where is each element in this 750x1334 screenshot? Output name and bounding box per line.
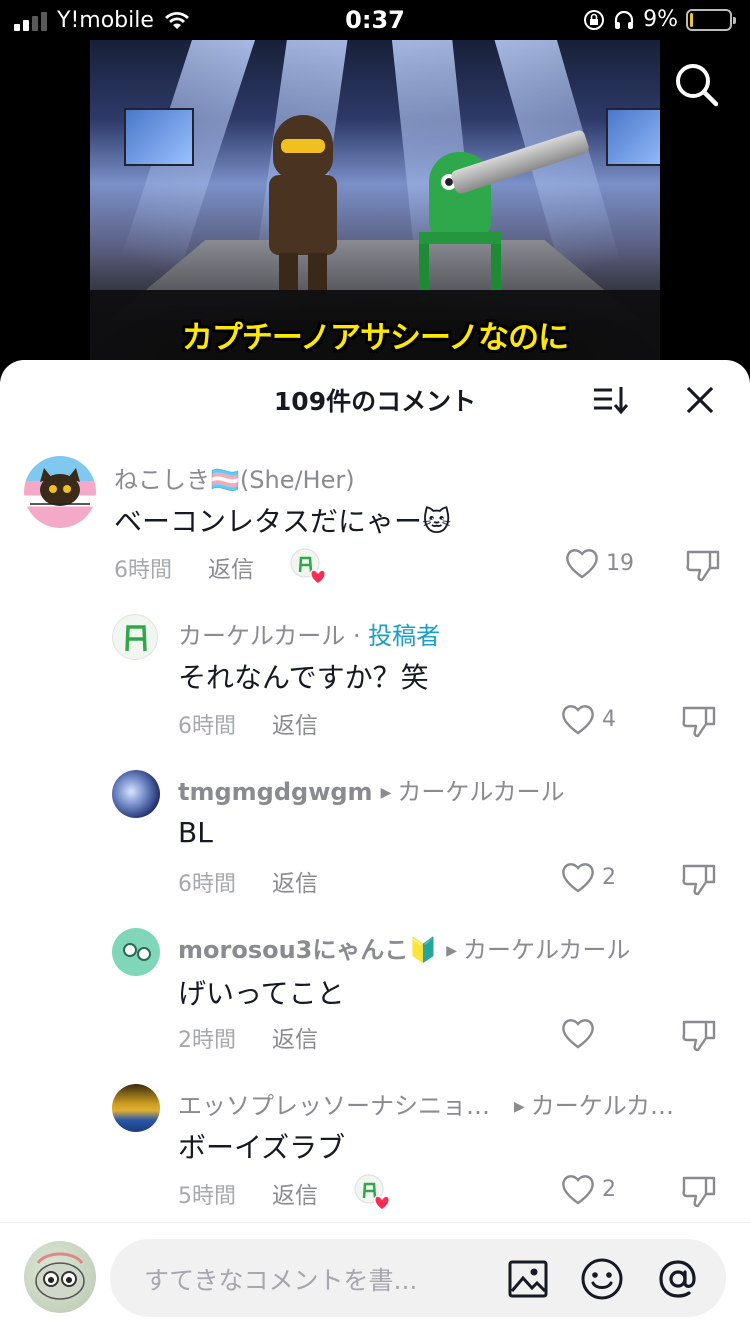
reply-target[interactable]: カーケルカール xyxy=(397,778,564,806)
status-bar: Y!mobile 0:37 9% xyxy=(0,0,750,40)
heart-icon xyxy=(562,705,594,735)
face-avatar-icon xyxy=(35,1252,85,1300)
dislike-icon[interactable] xyxy=(680,1016,718,1054)
avatar[interactable] xyxy=(24,456,96,528)
comment-time: 6時間 xyxy=(178,714,236,739)
comment-time: 2時間 xyxy=(178,1028,236,1053)
comment-author[interactable]: エッソプレッソーナシニョ… ▶ カーケルカ… xyxy=(178,1086,674,1121)
rotation-lock-icon xyxy=(584,9,605,30)
heart-icon xyxy=(562,1175,594,1205)
reply-target[interactable]: カーケルカ… xyxy=(531,1092,674,1120)
like-count: 2 xyxy=(602,1176,616,1202)
comment-text: ベーコンレタスだにゃー🐱 xyxy=(114,505,452,538)
cat-avatar-icon xyxy=(30,468,90,506)
comment-time: 5時間 xyxy=(178,1184,236,1209)
like-count: 4 xyxy=(602,706,616,732)
video-caption: カプチーノアサシーノなのに xyxy=(181,320,569,356)
dislike-icon[interactable] xyxy=(680,1172,718,1210)
image-icon[interactable] xyxy=(506,1257,550,1301)
creature-avatar-icon xyxy=(123,943,151,961)
dislike-icon[interactable] xyxy=(680,702,718,740)
like-button[interactable]: 2 xyxy=(560,860,616,894)
comment-author[interactable]: morosou3にゃんこ🔰 ▶ カーケルカール xyxy=(178,930,630,965)
like-count: 19 xyxy=(606,550,634,576)
search-icon[interactable] xyxy=(672,60,722,110)
close-icon[interactable] xyxy=(680,380,720,420)
like-button[interactable] xyxy=(560,1016,602,1050)
reply-button[interactable]: 返信 xyxy=(272,1020,318,1054)
avatar[interactable] xyxy=(112,770,160,818)
heart-icon xyxy=(562,863,594,893)
comment-author[interactable]: tmgmgdgwgm ▶ カーケルカール xyxy=(178,772,565,807)
reply-button[interactable]: 返信 xyxy=(272,1176,318,1210)
like-count: 2 xyxy=(602,864,616,890)
avatar[interactable] xyxy=(112,1084,160,1132)
comment-author[interactable]: ねこしき🏳️‍⚧️(She/Her) xyxy=(114,460,355,495)
comments-count-title: 109件のコメント xyxy=(273,387,477,416)
reply-arrow-icon: ▶ xyxy=(380,785,392,801)
comment-time: 6時間 xyxy=(114,558,172,583)
dislike-icon[interactable] xyxy=(684,546,722,584)
comment-time: 6時間 xyxy=(178,872,236,897)
heart-icon xyxy=(562,1019,594,1049)
comment-author[interactable]: カーケルカール · 投稿者 xyxy=(178,616,440,651)
reply-arrow-icon: ▶ xyxy=(514,1099,525,1115)
stage-screen-right xyxy=(606,108,660,166)
emoji-icon[interactable] xyxy=(580,1257,624,1301)
reply-target[interactable]: カーケルカール xyxy=(463,936,630,964)
reply-button[interactable]: 返信 xyxy=(272,864,318,898)
reply-button[interactable]: 返信 xyxy=(272,706,318,740)
my-avatar[interactable] xyxy=(24,1241,96,1313)
battery-icon xyxy=(686,8,736,31)
chair-avatar-icon xyxy=(125,625,147,652)
heart-icon xyxy=(566,549,598,579)
headphones-icon xyxy=(614,10,634,29)
creator-tag: 投稿者 xyxy=(368,622,441,650)
like-button[interactable]: 4 xyxy=(560,702,616,736)
avatar[interactable] xyxy=(112,928,160,976)
battery-percent: 9% xyxy=(643,7,678,32)
dislike-icon[interactable] xyxy=(680,860,718,898)
comments-header: 109件のコメント xyxy=(0,360,750,438)
at-icon[interactable] xyxy=(656,1257,700,1301)
creator-liked-icon xyxy=(290,548,326,584)
reply-arrow-icon: ▶ xyxy=(446,943,458,959)
like-button[interactable]: 2 xyxy=(560,1172,616,1206)
video-player[interactable]: カプチーノアサシーノなのに xyxy=(90,40,660,360)
ninja-character xyxy=(265,115,340,295)
like-button[interactable]: 19 xyxy=(564,546,634,580)
comment-text: BL xyxy=(178,816,213,849)
comment-text: それなんですか？笑 xyxy=(178,661,429,694)
avatar[interactable] xyxy=(112,614,158,660)
comment-text: ボーイズラブ xyxy=(178,1131,346,1164)
stage-screen-left xyxy=(124,108,194,166)
comment-input-placeholder: すてきなコメントを書... xyxy=(144,1266,418,1295)
comment-input-bar: すてきなコメントを書... xyxy=(0,1222,750,1334)
creator-liked-icon xyxy=(354,1174,390,1210)
comment-text: げいってこと xyxy=(178,977,345,1010)
comment-input[interactable]: すてきなコメントを書... xyxy=(110,1239,726,1317)
sort-icon[interactable] xyxy=(590,380,630,420)
reply-button[interactable]: 返信 xyxy=(208,550,254,584)
